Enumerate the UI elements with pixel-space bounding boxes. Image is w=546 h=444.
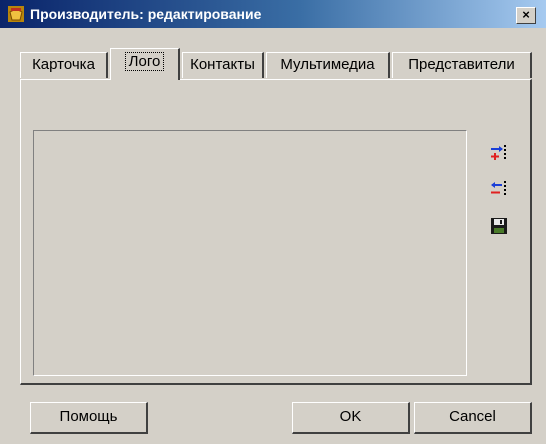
tab-panel-logo [20, 79, 532, 385]
tab-logo[interactable]: Лого [110, 48, 180, 80]
add-logo-icon[interactable] [489, 142, 509, 162]
tab-logo-label: Лого [124, 52, 165, 71]
cancel-button[interactable]: Cancel [414, 402, 532, 434]
tab-multimedia-label: Мультимедиа [280, 56, 375, 73]
tab-representatives[interactable]: Представители [392, 52, 532, 78]
close-icon: × [522, 7, 530, 22]
tab-representatives-label: Представители [408, 56, 515, 73]
tab-card[interactable]: Карточка [20, 52, 108, 78]
tab-contacts-label: Контакты [190, 56, 255, 73]
tab-multimedia[interactable]: Мультимедиа [266, 52, 390, 78]
tab-contacts[interactable]: Контакты [182, 52, 264, 78]
logo-image-area[interactable] [33, 130, 467, 376]
dialog-window: Производитель: редактирование × Карточка… [0, 0, 546, 444]
app-icon [8, 6, 24, 22]
close-button[interactable]: × [516, 7, 536, 24]
save-disk-icon[interactable] [489, 216, 509, 236]
tab-card-label: Карточка [32, 56, 95, 73]
help-button-label: Помощь [59, 408, 118, 425]
help-button[interactable]: Помощь [30, 402, 148, 434]
remove-logo-icon[interactable] [489, 178, 509, 198]
cancel-button-label: Cancel [449, 408, 496, 425]
ok-button[interactable]: OK [292, 402, 410, 434]
title-bar[interactable]: Производитель: редактирование × [0, 0, 546, 28]
ok-button-label: OK [339, 408, 362, 425]
window-title: Производитель: редактирование [30, 6, 262, 22]
